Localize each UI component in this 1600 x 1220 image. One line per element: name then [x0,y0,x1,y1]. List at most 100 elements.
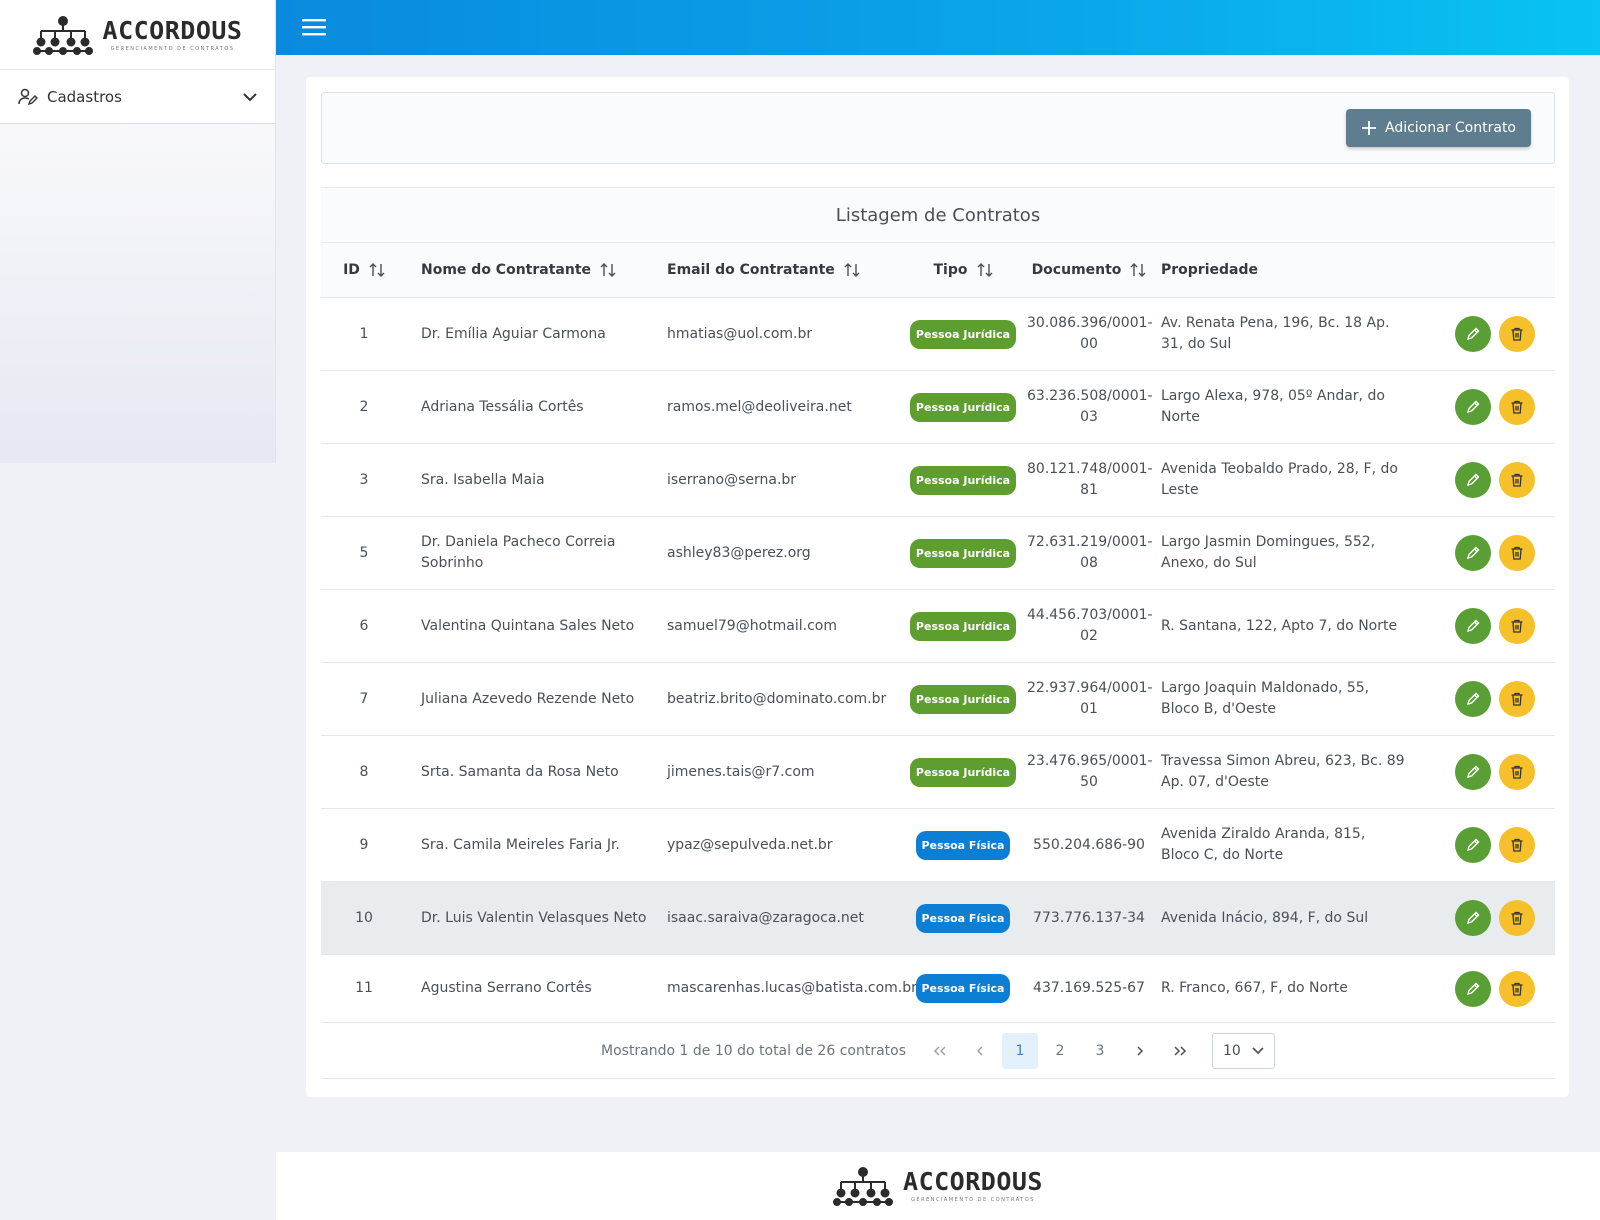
table-row: 5 Dr. Daniela Pacheco Correia Sobrinho ash… [321,517,1555,590]
chevron-right-icon [1137,1045,1144,1056]
edit-button[interactable] [1455,754,1491,790]
edit-button[interactable] [1455,316,1491,352]
sort-icon [1130,263,1146,277]
column-header-tipo[interactable]: Tipo [899,262,1027,278]
pencil-icon [1466,911,1480,925]
brand-subtitle: GERENCIAMENTO DE CONTRATOS [110,45,235,52]
cell-propriedade: Largo Jasmin Domingues, 552, Anexo, do S… [1161,534,1376,571]
delete-button[interactable] [1499,608,1535,644]
cell-propriedade: Avenida Inácio, 894, F, do Sul [1161,909,1369,926]
cell-id: 10 [355,909,373,926]
chevron-down-icon[interactable] [243,92,257,102]
pencil-icon [1466,765,1480,779]
delete-button[interactable] [1499,827,1535,863]
column-header-propriedade: Propriedade [1161,262,1258,278]
cell-tipo: Pessoa Jurídica [899,538,1027,568]
trash-icon [1511,838,1523,852]
add-contract-button[interactable]: Adicionar Contrato [1346,109,1531,147]
cell-documento: 80.121.748/0001-81 [1027,461,1153,498]
tipo-badge: Pessoa Jurídica [909,538,1017,568]
cell-tipo: Pessoa Jurídica [899,757,1027,787]
cell-propriedade: R. Santana, 122, Apto 7, do Norte [1161,617,1398,634]
cell-documento: 72.631.219/0001-08 [1027,534,1153,571]
delete-button[interactable] [1499,970,1535,1007]
cell-propriedade: Avenida Ziraldo Aranda, 815, Bloco C, do… [1161,826,1366,863]
edit-button[interactable] [1455,462,1491,498]
table-header: ID Nome do Contratante Email do Contrata… [321,243,1555,298]
page-button-2[interactable]: 2 [1042,1033,1078,1069]
delete-button[interactable] [1499,389,1535,425]
cell-id: 2 [359,398,369,415]
column-header-email[interactable]: Email do Contratante [653,262,899,278]
delete-button[interactable] [1499,900,1535,936]
cell-actions [1406,535,1555,571]
cell-nome: Agustina Serrano Cortês [421,980,592,996]
hamburger-menu-icon[interactable] [302,17,328,37]
delete-button[interactable] [1499,316,1535,352]
delete-button[interactable] [1499,681,1535,717]
table-row: 3 Sra. Isabella Maia iserrano@serna.br Pess… [321,444,1555,517]
cell-documento: 22.937.964/0001-01 [1027,680,1153,717]
first-page-button[interactable] [922,1033,958,1069]
topbar [276,0,1600,55]
column-header-documento[interactable]: Documento [1027,262,1151,278]
prev-page-button[interactable] [962,1033,998,1069]
edit-button[interactable] [1455,827,1491,863]
delete-button[interactable] [1499,462,1535,498]
sort-icon [369,263,385,277]
brand-logo[interactable]: ACCORDOUS GERENCIAMENTO DE CONTRATOS [0,0,275,70]
trash-icon [1511,619,1523,633]
sort-icon [600,263,616,277]
sidebar: ACCORDOUS GERENCIAMENTO DE CONTRATOS Cad… [0,0,276,463]
delete-button[interactable] [1499,535,1535,571]
tipo-badge: Pessoa Jurídica [909,319,1017,349]
edit-button[interactable] [1455,608,1491,644]
pencil-icon [1466,838,1480,852]
cell-id: 3 [359,471,369,488]
next-page-button[interactable] [1122,1033,1158,1069]
edit-button[interactable] [1455,970,1491,1007]
edit-button[interactable] [1455,900,1491,936]
cell-propriedade: R. Franco, 667, F, do Norte [1161,980,1348,996]
column-header-id[interactable]: ID [321,262,407,278]
pencil-icon [1466,982,1480,995]
double-chevron-left-icon [933,1045,946,1056]
table-row: 7 Juliana Azevedo Rezende Neto beatriz.bri… [321,663,1555,736]
edit-button[interactable] [1455,681,1491,717]
cell-tipo: Pessoa Jurídica [899,611,1027,641]
sidebar-item-cadastros[interactable]: Cadastros [0,70,275,124]
sidebar-item-label: Cadastros [47,87,122,106]
cell-nome: Dr. Luis Valentin Velasques Neto [421,909,647,926]
cell-nome: Sra. Isabella Maia [421,471,545,488]
delete-button[interactable] [1499,754,1535,790]
footer-brand-name: ACCORDOUS [903,1167,1043,1196]
cell-documento: 44.456.703/0001-02 [1027,607,1153,644]
cell-documento: 63.236.508/0001-03 [1027,388,1153,425]
cell-email: beatriz.brito@dominato.com.br [667,690,887,707]
edit-button[interactable] [1455,389,1491,425]
cell-id: 8 [359,763,369,780]
cell-tipo: Pessoa Física [899,830,1027,860]
tipo-badge: Pessoa Jurídica [909,392,1017,422]
column-header-nome[interactable]: Nome do Contratante [407,262,653,278]
cell-email: ramos.mel@deoliveira.net [667,398,852,415]
table-row: 9 Sra. Camila Meireles Faria Jr. ypaz@sepu… [321,809,1555,882]
page-button-1[interactable]: 1 [1002,1032,1038,1069]
trash-icon [1511,692,1523,706]
user-edit-icon [18,88,38,105]
cell-nome: Dr. Daniela Pacheco Correia Sobrinho [421,534,616,571]
last-page-button[interactable] [1162,1033,1198,1069]
cell-actions [1406,827,1555,863]
cell-tipo: Pessoa Jurídica [899,319,1027,349]
table-row: 11 Agustina Serrano Cortês mascarenhas.luc… [321,955,1555,1023]
cell-email: ypaz@sepulveda.net.br [667,836,833,853]
org-chart-logo-icon [833,1167,894,1206]
cell-id: 5 [359,544,369,561]
pencil-icon [1466,400,1480,414]
page-button-3[interactable]: 3 [1082,1033,1118,1069]
rows-per-page-select[interactable]: 10 [1212,1032,1275,1069]
cell-nome: Sra. Camila Meireles Faria Jr. [421,836,620,853]
cell-tipo: Pessoa Jurídica [899,684,1027,714]
edit-button[interactable] [1455,535,1491,571]
toolbar: Adicionar Contrato [321,92,1555,164]
